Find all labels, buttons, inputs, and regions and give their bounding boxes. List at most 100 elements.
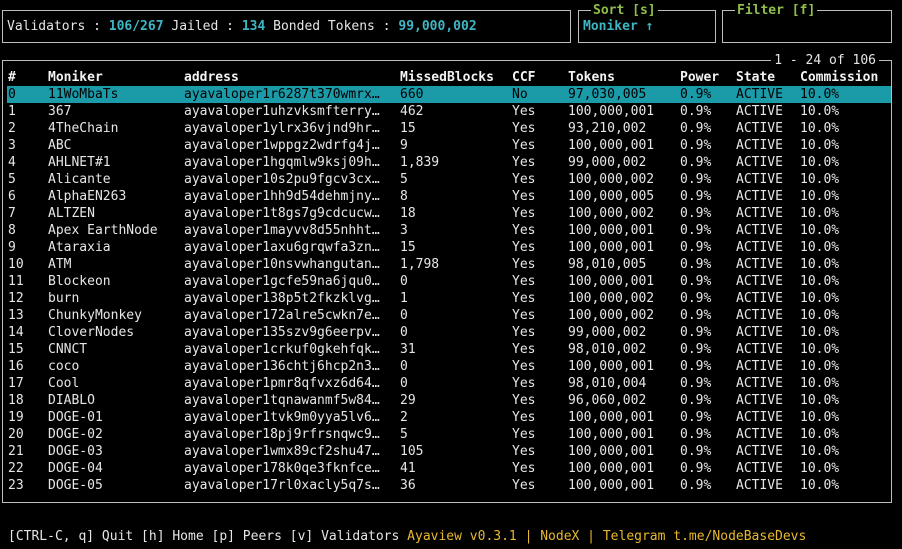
column-header-missed-blocks[interactable]: MissedBlocks <box>400 69 508 86</box>
cell-address: ayavaloper136chtj6hcp2n3… <box>184 359 380 374</box>
cell-moniker: DOGE-01 <box>48 410 103 425</box>
cell-power: 0.9% <box>680 342 712 357</box>
cell-missed-blocks: 5 <box>400 427 408 442</box>
cell-power: 0.9% <box>680 189 712 204</box>
cell-commission: 10.0% <box>800 444 840 459</box>
cell-state: ACTIVE <box>736 376 783 391</box>
cell-ccf: Yes <box>512 444 536 459</box>
cell-address: ayavaloper1hh9d54dehmjny… <box>184 189 380 204</box>
cell-index: 6 <box>8 189 16 204</box>
table-row[interactable]: 23 DOGE-05 ayavaloper17rl0xacly5q7s… 36 Yes 1… <box>7 477 891 494</box>
cell-moniker: Apex EarthNode <box>48 223 158 238</box>
cell-missed-blocks: 8 <box>400 189 408 204</box>
cell-missed-blocks: 36 <box>400 478 416 493</box>
cell-commission: 10.0% <box>800 359 840 374</box>
cell-missed-blocks: 0 <box>400 325 408 340</box>
table-row[interactable]: 18 DIABLO ayavaloper1tqnawanmf5w84… 29 Yes 96… <box>7 392 891 409</box>
cell-state: ACTIVE <box>736 223 783 238</box>
cell-power: 0.9% <box>680 444 712 459</box>
bonded-tokens-label: Bonded Tokens : <box>265 19 399 34</box>
column-header-tokens[interactable]: Tokens <box>568 69 676 86</box>
cell-moniker: AHLNET#1 <box>48 155 111 170</box>
cell-state: ACTIVE <box>736 291 783 306</box>
column-header-commission[interactable]: Commission <box>800 69 890 86</box>
cell-commission: 10.0% <box>800 478 840 493</box>
cell-state: ACTIVE <box>736 393 783 408</box>
column-header-state[interactable]: State <box>736 69 798 86</box>
cell-missed-blocks: 29 <box>400 393 416 408</box>
table-row[interactable]: 20 DOGE-02 ayavaloper18pj9rfrsnqwc9… 5 Yes 10… <box>7 426 891 443</box>
table-row[interactable]: 2 4TheChain ayavaloper1ylrx36vjnd9hr… 15 Yes… <box>7 120 891 137</box>
cell-moniker: Blockeon <box>48 274 111 289</box>
cell-address: ayavaloper18pj9rfrsnqwc9… <box>184 427 380 442</box>
cell-missed-blocks: 5 <box>400 172 408 187</box>
cell-commission: 10.0% <box>800 291 840 306</box>
cell-address: ayavaloper1uhzvksmfterry… <box>184 104 380 119</box>
filter-panel[interactable]: Filter [f] <box>722 2 892 43</box>
table-row[interactable]: 3 ABC ayavaloper1wppgz2wdrfg4j… 9 Yes 100,000… <box>7 137 891 154</box>
table-row[interactable]: 9 Ataraxia ayavaloper1axu6grqwfa3zn… 15 Yes 1… <box>7 239 891 256</box>
cell-state: ACTIVE <box>736 240 783 255</box>
table-row[interactable]: 4 AHLNET#1 ayavaloper1hgqmlw9ksj09h… 1,839 Y… <box>7 154 891 171</box>
table-row[interactable]: 16 coco ayavaloper136chtj6hcp2n3… 0 Yes 100,0… <box>7 358 891 375</box>
table-row[interactable]: 6 AlphaEN263 ayavaloper1hh9d54dehmjny… 8 Yes… <box>7 188 891 205</box>
cell-power: 0.9% <box>680 240 712 255</box>
cell-moniker: CNNCT <box>48 342 88 357</box>
table-row[interactable]: 21 DOGE-03 ayavaloper1wmx89cf2shu47… 105 Yes… <box>7 443 891 460</box>
table-row[interactable]: 22 DOGE-04 ayavaloper178k0qe3fknfce… 41 Yes 1… <box>7 460 891 477</box>
table-row[interactable]: 15 CNNCT ayavaloper1crkuf0gkehfqk… 31 Yes 98,… <box>7 341 891 358</box>
cell-state: ACTIVE <box>736 138 783 153</box>
cell-tokens: 100,000,001 <box>568 104 655 119</box>
column-header-address[interactable]: address <box>184 69 390 86</box>
column-header-power[interactable]: Power <box>680 69 732 86</box>
jailed-label: Jailed : <box>163 19 242 34</box>
column-header-index[interactable]: # <box>8 69 44 86</box>
cell-address: ayavaloper1mayvv8d55nhht… <box>184 223 380 238</box>
table-row[interactable]: 12 burn ayavaloper138p5t2fkzklvg… 1 Yes 100,0… <box>7 290 891 307</box>
cell-commission: 10.0% <box>800 308 840 323</box>
cell-state: ACTIVE <box>736 410 783 425</box>
cell-index: 22 <box>8 461 24 476</box>
cell-commission: 10.0% <box>800 223 840 238</box>
table-row[interactable]: 7 ALTZEN ayavaloper1t8gs7g9cdcucw… 18 Yes 100… <box>7 205 891 222</box>
cell-commission: 10.0% <box>800 325 840 340</box>
cell-tokens: 97,030,005 <box>568 87 647 102</box>
cell-missed-blocks: 41 <box>400 461 416 476</box>
cell-moniker: DOGE-05 <box>48 478 103 493</box>
cell-commission: 10.0% <box>800 274 840 289</box>
cell-moniker: ATM <box>48 257 72 272</box>
validators-count: 106/267 <box>108 19 164 34</box>
cell-ccf: Yes <box>512 427 536 442</box>
cell-power: 0.9% <box>680 87 712 102</box>
cell-index: 3 <box>8 138 16 153</box>
bonded-tokens-value: 99,000,002 <box>398 19 477 34</box>
table-row[interactable]: 11 Blockeon ayavaloper1gcfe59na6jqu0… 0 Yes 1… <box>7 273 891 290</box>
cell-tokens: 100,000,001 <box>568 427 655 442</box>
table-row[interactable]: 17 Cool ayavaloper1pmr8qfvxz6d64… 0 Yes 98,01… <box>7 375 891 392</box>
column-header-ccf[interactable]: CCF <box>512 69 564 86</box>
cell-moniker: DOGE-02 <box>48 427 103 442</box>
table-row[interactable]: 5 Alicante ayavaloper10s2pu9fgcv3cx… 5 Yes 10… <box>7 171 891 188</box>
filter-title: Filter [f] <box>735 2 818 19</box>
cell-missed-blocks: 31 <box>400 342 416 357</box>
table-row[interactable]: 1 367 ayavaloper1uhzvksmfterry… 462 Yes 100,0… <box>7 103 891 120</box>
sort-panel[interactable]: Sort [s] Moniker ↑ <box>578 2 716 43</box>
cell-missed-blocks: 1 <box>400 291 408 306</box>
table-row[interactable]: 8 Apex EarthNode ayavaloper1mayvv8d55nhht…… <box>7 222 891 239</box>
table-row[interactable]: 13 ChunkyMonkey ayavaloper172alre5cwkn7e… 0… <box>7 307 891 324</box>
cell-power: 0.9% <box>680 223 712 238</box>
table-row[interactable]: 14 CloverNodes ayavaloper135szv9g6eerpv… 0 Y… <box>7 324 891 341</box>
cell-state: ACTIVE <box>736 427 783 442</box>
sort-value[interactable]: Moniker ↑ <box>583 18 653 35</box>
cell-moniker: Cool <box>48 376 80 391</box>
column-header-moniker[interactable]: Moniker <box>48 69 180 86</box>
cell-moniker: DOGE-04 <box>48 461 103 476</box>
cell-address: ayavaloper1r6287t370wmrx… <box>184 87 380 102</box>
cell-tokens: 100,000,001 <box>568 223 655 238</box>
table-row[interactable]: 10 ATM ayavaloper10nsvwhangutan… 1,798 Yes 98… <box>7 256 891 273</box>
cell-index: 7 <box>8 206 16 221</box>
cell-ccf: Yes <box>512 138 536 153</box>
table-row[interactable]: 19 DOGE-01 ayavaloper1tvk9m0yya5lv6… 2 Yes 10… <box>7 409 891 426</box>
cell-index: 14 <box>8 325 24 340</box>
table-row-selected[interactable]: 0 11WoMbaTs ayavaloper1r6287t370wmrx… 660 No… <box>7 86 891 103</box>
